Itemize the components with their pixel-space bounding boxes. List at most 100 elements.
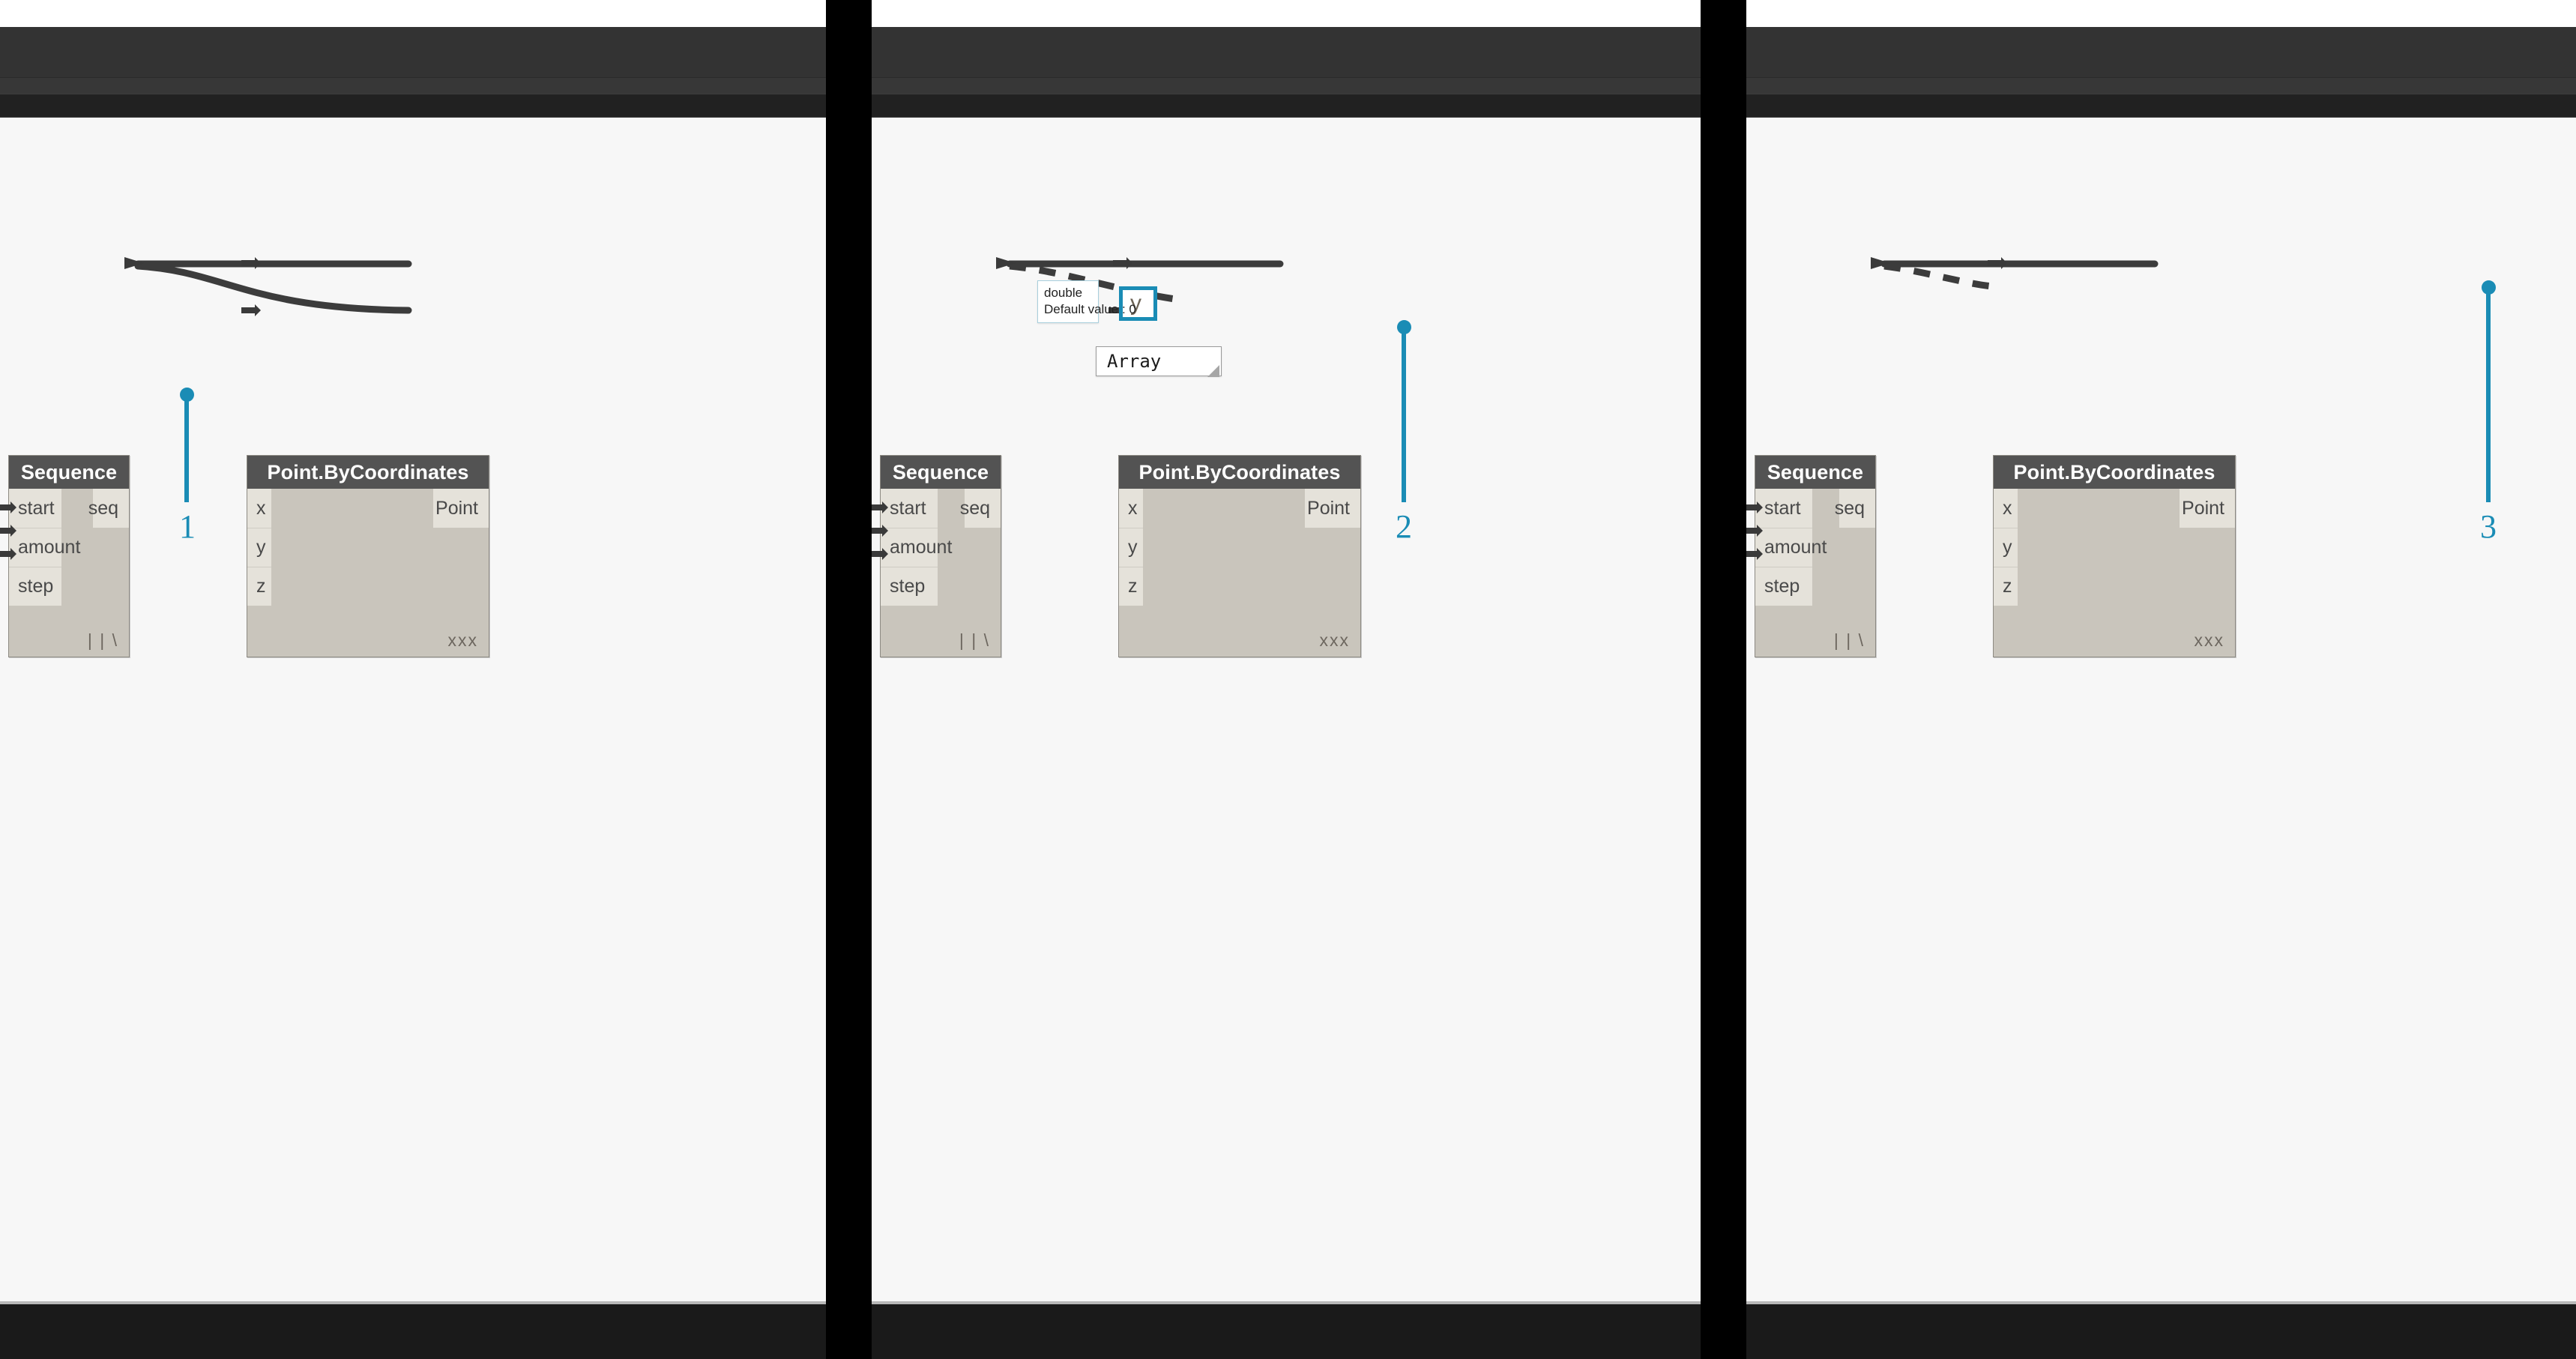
point-node-footer-area: xxx (1119, 616, 1360, 657)
port-amount[interactable]: amount (9, 528, 80, 567)
callout-2-stem (1402, 328, 1406, 502)
point-node-body: x y z Point (1119, 489, 1360, 616)
point-node-title: Point.ByCoordinates (1119, 456, 1360, 489)
sequence-node[interactable]: Sequence start amount step seq | | \ (1755, 455, 1876, 657)
point-lacing-icon[interactable]: xxx (2195, 630, 2225, 651)
window-top-strip (872, 0, 1701, 27)
port-step[interactable]: step (881, 567, 938, 606)
port-seq[interactable]: seq (960, 489, 1001, 528)
sequence-output-ports: seq (960, 489, 1001, 528)
app-toolbar-upper[interactable] (872, 27, 1701, 77)
sequence-node-footer-area: | | \ (9, 616, 129, 657)
graph-canvas[interactable]: Sequence start amount step seq | | \ Poi… (1746, 117, 2576, 1302)
sequence-node[interactable]: Sequence start amount step seq | | \ (8, 455, 130, 657)
panel-1: Sequence start amount step seq | | \ Poi… (0, 0, 826, 1359)
sequence-lacing-icon[interactable]: | | \ (88, 630, 118, 651)
callout-3-stem (2486, 288, 2491, 502)
port-point[interactable]: Point (2180, 489, 2235, 528)
array-resize-grip-icon[interactable] (1207, 365, 1219, 377)
port-step[interactable]: step (9, 567, 61, 606)
port-x[interactable]: x (1119, 489, 1143, 528)
port-tooltip: double Default value : 0 (1037, 280, 1136, 323)
sequence-output-ports: seq (88, 489, 129, 528)
port-z[interactable]: z (247, 567, 271, 606)
sequence-input-ports: start amount step (1755, 489, 1827, 606)
app-toolbar-upper[interactable] (1746, 27, 2576, 77)
graph-canvas[interactable]: Sequence start amount step seq | | \ Poi… (872, 117, 1701, 1302)
point-input-ports: x y z (1994, 489, 2018, 606)
port-amount[interactable]: amount (881, 528, 952, 567)
panel-divider-1 (826, 0, 872, 1359)
screenshot-stage: Sequence start amount step seq | | \ Poi… (0, 0, 2576, 1359)
wire-layer-2 (1006, 260, 1284, 304)
app-tabstrip[interactable] (872, 94, 1701, 117)
sequence-input-ports: start amount step (9, 489, 80, 606)
sequence-lacing-icon[interactable]: | | \ (1834, 630, 1865, 651)
port-z[interactable]: z (1119, 567, 1143, 606)
port-y[interactable]: y (247, 528, 271, 567)
sequence-output-ports: seq (1835, 489, 1875, 528)
port-x[interactable]: x (247, 489, 271, 528)
point-bycoordinates-node[interactable]: Point.ByCoordinates x y z Point xxx (247, 455, 489, 657)
app-toolbar-lower[interactable] (872, 77, 1701, 94)
point-output-ports: Point (1305, 489, 1360, 528)
port-x[interactable]: x (1994, 489, 2018, 528)
point-node-title: Point.ByCoordinates (247, 456, 489, 489)
window-top-strip (0, 0, 826, 27)
callout-1-stem (184, 395, 189, 502)
port-z[interactable]: z (1994, 567, 2018, 606)
app-toolbar-upper[interactable] (0, 27, 826, 77)
sequence-node[interactable]: Sequence start amount step seq | | \ (880, 455, 1001, 657)
point-lacing-icon[interactable]: xxx (448, 630, 479, 651)
point-bycoordinates-node[interactable]: Point.ByCoordinates x y z Point xxx (1118, 455, 1361, 657)
sequence-node-title: Sequence (1755, 456, 1875, 489)
callout-1-number: 1 (179, 508, 196, 545)
port-point[interactable]: Point (433, 489, 489, 528)
point-x-connector-icon (241, 257, 261, 269)
app-tabstrip[interactable] (1746, 94, 2576, 117)
sequence-lacing-icon[interactable]: | | \ (959, 630, 990, 651)
port-start[interactable]: start (1755, 489, 1812, 528)
point-output-ports: Point (2180, 489, 2235, 528)
port-step[interactable]: step (1755, 567, 1812, 606)
sequence-node-footer-area: | | \ (881, 616, 1001, 657)
port-y[interactable]: y (1994, 528, 2018, 567)
sequence-node-body: start amount step seq (9, 489, 129, 616)
panel-3: Sequence start amount step seq | | \ Poi… (1746, 0, 2576, 1359)
window-bottom-strip (872, 1304, 1701, 1359)
sequence-input-ports: start amount step (881, 489, 952, 606)
sequence-node-title: Sequence (9, 456, 129, 489)
point-input-ports: x y z (247, 489, 271, 606)
app-toolbar-lower[interactable] (1746, 77, 2576, 94)
point-x-connector-icon (1988, 257, 2007, 269)
window-bottom-strip (0, 1304, 826, 1359)
sequence-node-footer-area: | | \ (1755, 616, 1875, 657)
wire-layer-1 (134, 260, 412, 314)
sequence-seq-connector-icon (1871, 257, 1890, 269)
port-start[interactable]: start (881, 489, 938, 528)
point-node-title: Point.ByCoordinates (1994, 456, 2235, 489)
port-seq[interactable]: seq (88, 489, 129, 528)
port-start[interactable]: start (9, 489, 61, 528)
app-toolbar-lower[interactable] (0, 77, 826, 94)
point-output-ports: Point (433, 489, 489, 528)
tooltip-default: Default value : 0 (1044, 301, 1136, 316)
port-y[interactable]: y (1119, 528, 1143, 567)
array-input-textbox[interactable]: Array (1096, 346, 1222, 376)
port-amount[interactable]: amount (1755, 528, 1827, 567)
port-point[interactable]: Point (1305, 489, 1360, 528)
tooltip-type: double (1044, 286, 1083, 300)
port-seq[interactable]: seq (1835, 489, 1875, 528)
point-node-footer-area: xxx (1994, 616, 2235, 657)
window-top-strip (1746, 0, 2576, 27)
sequence-seq-connector-icon (124, 257, 144, 269)
sequence-seq-connector-icon (996, 257, 1016, 269)
sequence-node-body: start amount step seq (1755, 489, 1875, 616)
point-lacing-icon[interactable]: xxx (1320, 630, 1351, 651)
point-x-connector-icon (1113, 257, 1132, 269)
point-bycoordinates-node[interactable]: Point.ByCoordinates x y z Point xxx (1993, 455, 2236, 657)
callout-3-number: 3 (2480, 508, 2497, 545)
app-tabstrip[interactable] (0, 94, 826, 117)
graph-canvas[interactable]: Sequence start amount step seq | | \ Poi… (0, 117, 826, 1302)
sequence-node-body: start amount step seq (881, 489, 1001, 616)
